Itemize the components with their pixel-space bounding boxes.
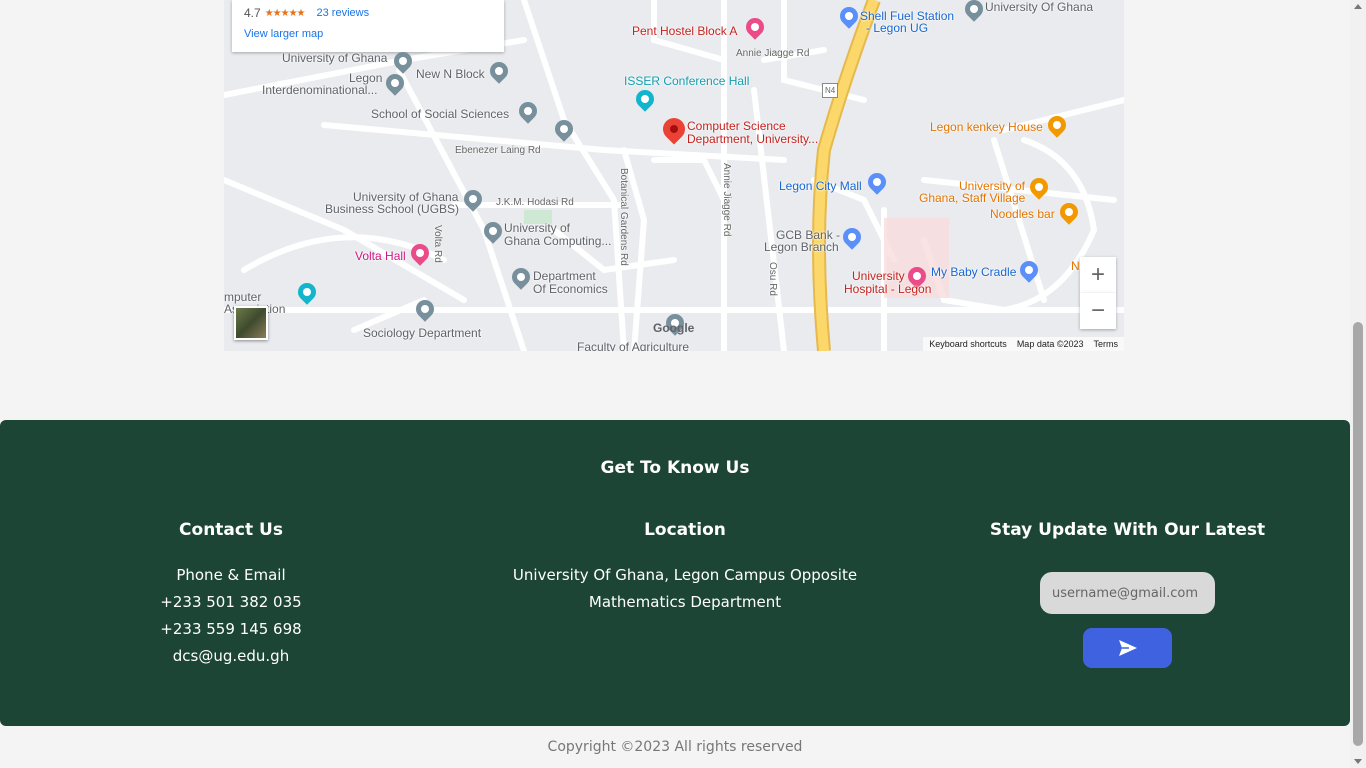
road-label: Botanical Gardens Rd (618, 168, 629, 266)
newsletter-email-input[interactable] (1040, 572, 1215, 614)
road-label: Annie Jiagge Rd (721, 163, 732, 237)
rating-row: 4.7 ★★★★★ 23 reviews (244, 6, 492, 20)
map-label: Legon kenkey House (930, 120, 1043, 134)
rating-stars: ★★★★★ (264, 7, 306, 19)
map-label: Of Economics (533, 282, 608, 296)
zoom-out-button[interactable]: − (1080, 293, 1116, 329)
map-label: Legon City Mall (779, 179, 862, 193)
road-label: Volta Rd (432, 225, 443, 263)
contact-section: Contact Us Phone & Email +233 501 382 03… (101, 520, 361, 670)
place-info-card: 4.7 ★★★★★ 23 reviews View larger map (232, 0, 504, 52)
newsletter-section: Stay Update With Our Latest (980, 520, 1275, 668)
map-label: My Baby Cradle (931, 265, 1017, 279)
location-title: Location (644, 520, 726, 540)
map-label: School of Social Sciences (371, 107, 510, 121)
map-label: Faculty of Agriculture (577, 340, 690, 352)
send-icon (1118, 640, 1137, 656)
site-footer: Get To Know Us Contact Us Phone & Email … (0, 420, 1350, 726)
view-larger-map-link[interactable]: View larger map (244, 28, 492, 40)
google-logo: Google (653, 321, 695, 335)
location-section: Location University Of Ghana, Legon Camp… (505, 520, 865, 616)
map-attribution: Keyboard shortcuts Map data ©2023 Terms (923, 337, 1124, 351)
contact-line: Phone & Email (176, 566, 286, 584)
map-label: N (1071, 259, 1080, 273)
address-line: Mathematics Department (588, 593, 782, 611)
email-address: dcs@ug.edu.gh (172, 647, 290, 665)
map-label: Department, University... (687, 132, 819, 146)
contact-title: Contact Us (179, 520, 283, 540)
map-label: Interdenominational... (262, 83, 378, 97)
terms-link[interactable]: Terms (1094, 339, 1119, 349)
scroll-down-arrow-icon[interactable] (1354, 759, 1362, 764)
footer-heading: Get To Know Us (600, 458, 750, 478)
newsletter-title: Stay Update With Our Latest (989, 520, 1266, 540)
address-line: University Of Ghana, Legon Campus Opposi… (512, 566, 858, 584)
copyright-text: Copyright ©2023 All rights reserved (547, 739, 803, 755)
map-label: ISSER Conference Hall (624, 74, 750, 88)
map-label: Business School (UGBS) (325, 202, 460, 216)
phone-number: +233 559 145 698 (160, 620, 302, 638)
map-label: Ghana, Staff Village (919, 191, 1026, 205)
google-map-embed[interactable]: 4.7 ★★★★★ 23 reviews View larger map Uni… (224, 0, 1124, 351)
map-label: Legon Branch (764, 240, 839, 254)
satellite-toggle-button[interactable] (234, 306, 268, 340)
scroll-up-arrow-icon[interactable] (1354, 4, 1362, 9)
phone-number: +233 501 382 035 (160, 593, 302, 611)
map-label: Ghana Computing... (504, 234, 612, 248)
scrollbar-thumb[interactable] (1353, 322, 1363, 746)
map-label: Volta Hall (355, 249, 406, 263)
map-label: University Of Ghana (985, 0, 1094, 14)
map-data-text: Map data ©2023 (1016, 339, 1084, 349)
road-label: J.K.M. Hodasi Rd (496, 197, 574, 208)
map-label: Hospital - Legon (844, 282, 932, 296)
rating-value: 4.7 (244, 6, 261, 20)
page-scrollbar[interactable] (1350, 0, 1366, 768)
map-label: - Legon UG (866, 21, 929, 35)
road-label: Osu Rd (767, 262, 778, 296)
map-label: Noodles bar (990, 207, 1055, 221)
map-label: New N Block (416, 67, 485, 81)
road-label: Ebenezer Laing Rd (455, 145, 541, 156)
road-label: Annie Jiagge Rd (736, 48, 810, 59)
reviews-link[interactable]: 23 reviews (317, 7, 370, 19)
map-label: University of Ghana (282, 51, 388, 65)
map-label: Pent Hostel Block A (632, 24, 738, 38)
keyboard-shortcuts-link[interactable]: Keyboard shortcuts (929, 339, 1007, 349)
zoom-in-button[interactable]: + (1080, 257, 1116, 293)
map-label: Sociology Department (363, 326, 482, 340)
highway-shield: N4 (822, 83, 839, 98)
newsletter-send-button[interactable] (1083, 628, 1172, 668)
